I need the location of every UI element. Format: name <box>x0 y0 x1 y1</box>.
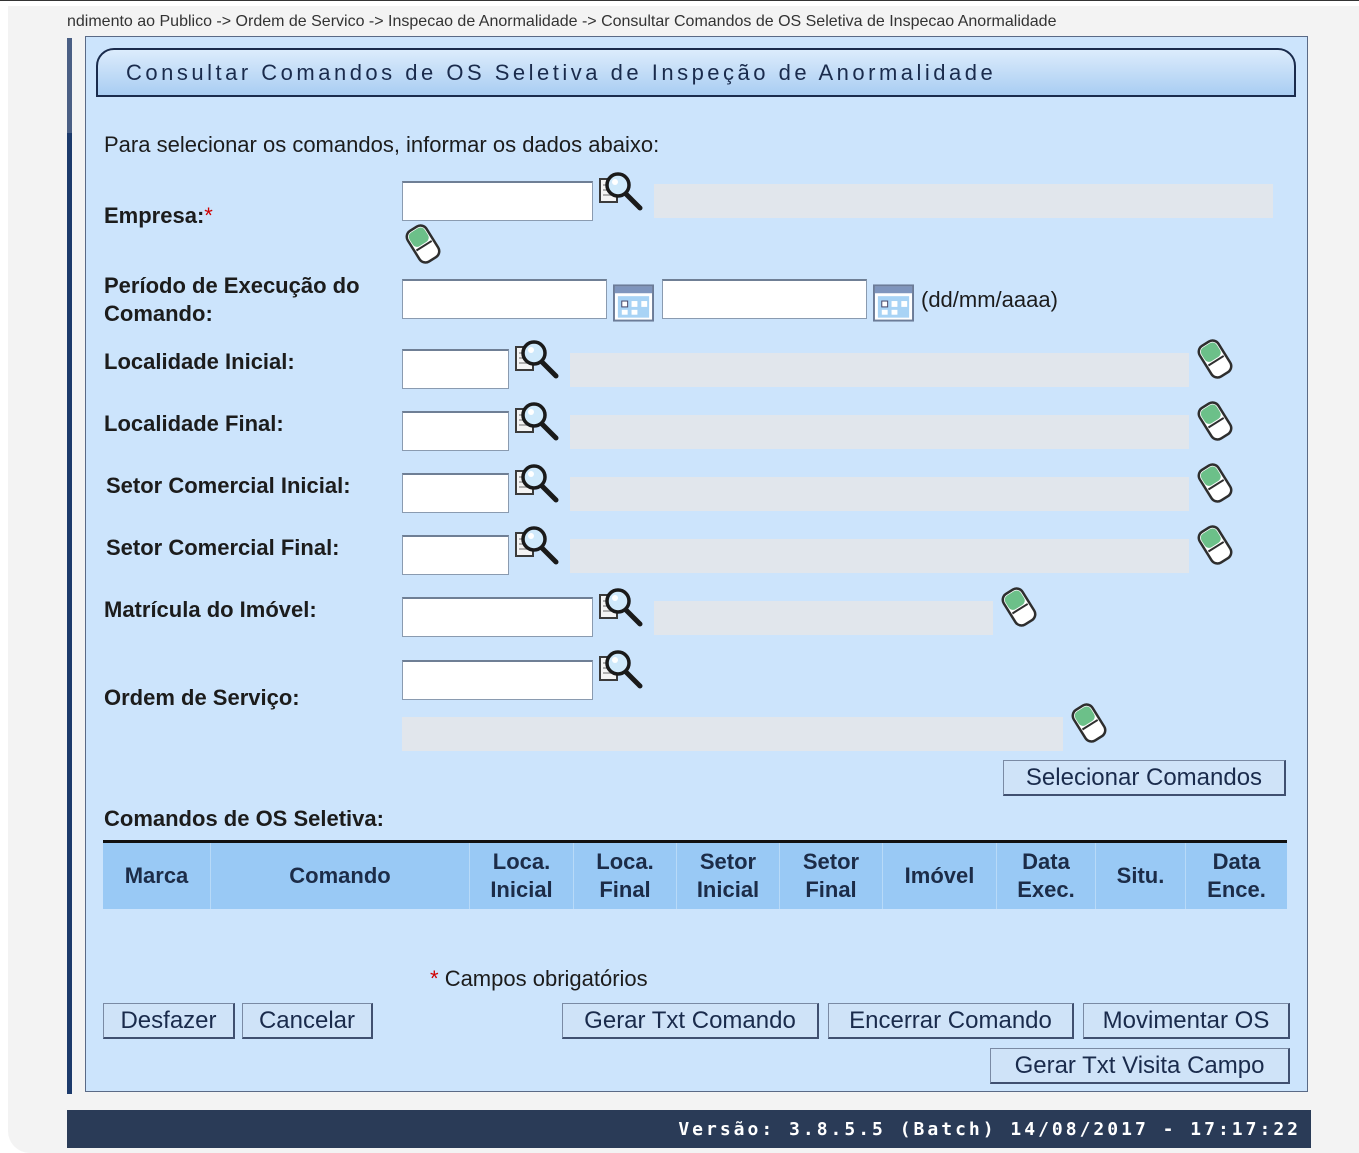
search-icon[interactable] <box>514 462 560 506</box>
column-header: Situ. <box>1096 843 1186 909</box>
search-icon[interactable] <box>598 586 644 630</box>
gerar-txt-comando-button[interactable]: Gerar Txt Comando <box>562 1003 819 1039</box>
version-footer: Versão: 3.8.5.5 (Batch) 14/08/2017 - 17:… <box>67 1110 1311 1148</box>
search-icon[interactable] <box>598 648 644 692</box>
top-border <box>0 0 1359 1</box>
column-header: Marca <box>103 843 211 909</box>
column-header: Loca. Inicial <box>470 843 574 909</box>
empresa-description <box>654 184 1273 218</box>
left-scroll-thumb[interactable] <box>67 38 72 133</box>
desfazer-button[interactable]: Desfazer <box>103 1003 235 1039</box>
page-title-box: Consultar Comandos de OS Seletiva de Ins… <box>96 48 1296 97</box>
cancelar-button[interactable]: Cancelar <box>242 1003 373 1039</box>
ordem-servico-description <box>402 717 1063 751</box>
gerar-txt-visita-campo-button[interactable]: Gerar Txt Visita Campo <box>990 1048 1290 1084</box>
eraser-icon[interactable] <box>1192 461 1238 505</box>
periodo-final-input[interactable] <box>662 279 867 319</box>
periodo-label-line2: Comando: <box>104 301 213 326</box>
eraser-icon[interactable] <box>400 222 446 266</box>
section-title: Comandos de OS Seletiva: <box>104 806 384 831</box>
selecionar-comandos-button[interactable]: Selecionar Comandos <box>1003 760 1286 796</box>
localidade-inicial-input[interactable] <box>402 349 509 389</box>
comandos-table-header: Marca Comando Loca. Inicial Loca. Final Se… <box>103 843 1287 909</box>
periodo-inicial-input[interactable] <box>402 279 607 319</box>
page-title: Consultar Comandos de OS Seletiva de Ins… <box>126 60 997 85</box>
periodo-label-line1: Período de Execução do <box>104 273 360 298</box>
localidade-inicial-description <box>570 353 1189 387</box>
matricula-label: Matrícula do Imóvel: <box>104 597 317 622</box>
column-header: Setor Final <box>780 843 883 909</box>
localidade-final-description <box>570 415 1189 449</box>
empresa-label: Empresa:* <box>104 203 213 228</box>
column-header: Data Exec. <box>997 843 1096 909</box>
column-header: Loca. Final <box>574 843 677 909</box>
setor-inicial-input[interactable] <box>402 473 509 513</box>
setor-inicial-label: Setor Comercial Inicial: <box>106 473 351 498</box>
column-header: Comando <box>211 843 470 909</box>
empresa-input[interactable] <box>402 181 593 221</box>
search-icon[interactable] <box>514 524 560 568</box>
calendar-icon[interactable] <box>613 284 654 322</box>
movimentar-os-button[interactable]: Movimentar OS <box>1083 1003 1290 1039</box>
calendar-icon[interactable] <box>873 284 914 322</box>
setor-final-description <box>570 539 1189 573</box>
eraser-icon[interactable] <box>1192 337 1238 381</box>
required-mark: * <box>204 203 213 228</box>
setor-final-input[interactable] <box>402 535 509 575</box>
version-text: Versão: 3.8.5.5 (Batch) 14/08/2017 - 17:… <box>678 1119 1301 1140</box>
eraser-icon[interactable] <box>996 585 1042 629</box>
ordem-servico-label: Ordem de Serviço: <box>104 685 300 710</box>
breadcrumb: ndimento ao Publico -> Ordem de Servico … <box>67 13 1057 30</box>
matricula-description <box>654 601 993 635</box>
setor-final-label: Setor Comercial Final: <box>106 535 340 560</box>
matricula-input[interactable] <box>402 597 593 637</box>
column-header: Imóvel <box>883 843 997 909</box>
ordem-servico-input[interactable] <box>402 660 593 700</box>
search-icon[interactable] <box>598 170 644 214</box>
localidade-final-label: Localidade Final: <box>104 411 284 436</box>
encerrar-comando-button[interactable]: Encerrar Comando <box>828 1003 1074 1039</box>
required-note: * Campos obrigatórios <box>430 966 648 991</box>
form-intro: Para selecionar os comandos, informar os… <box>104 132 660 157</box>
search-icon[interactable] <box>514 400 560 444</box>
eraser-icon[interactable] <box>1192 523 1238 567</box>
setor-inicial-description <box>570 477 1189 511</box>
search-icon[interactable] <box>514 338 560 382</box>
eraser-icon[interactable] <box>1192 399 1238 443</box>
column-header: Setor Inicial <box>677 843 780 909</box>
column-header: Data Ence. <box>1207 849 1266 902</box>
localidade-final-input[interactable] <box>402 411 509 451</box>
date-format-hint: (dd/mm/aaaa) <box>921 287 1058 312</box>
eraser-icon[interactable] <box>1066 701 1112 745</box>
left-scroll-rail <box>67 38 72 1094</box>
localidade-inicial-label: Localidade Inicial: <box>104 349 295 374</box>
